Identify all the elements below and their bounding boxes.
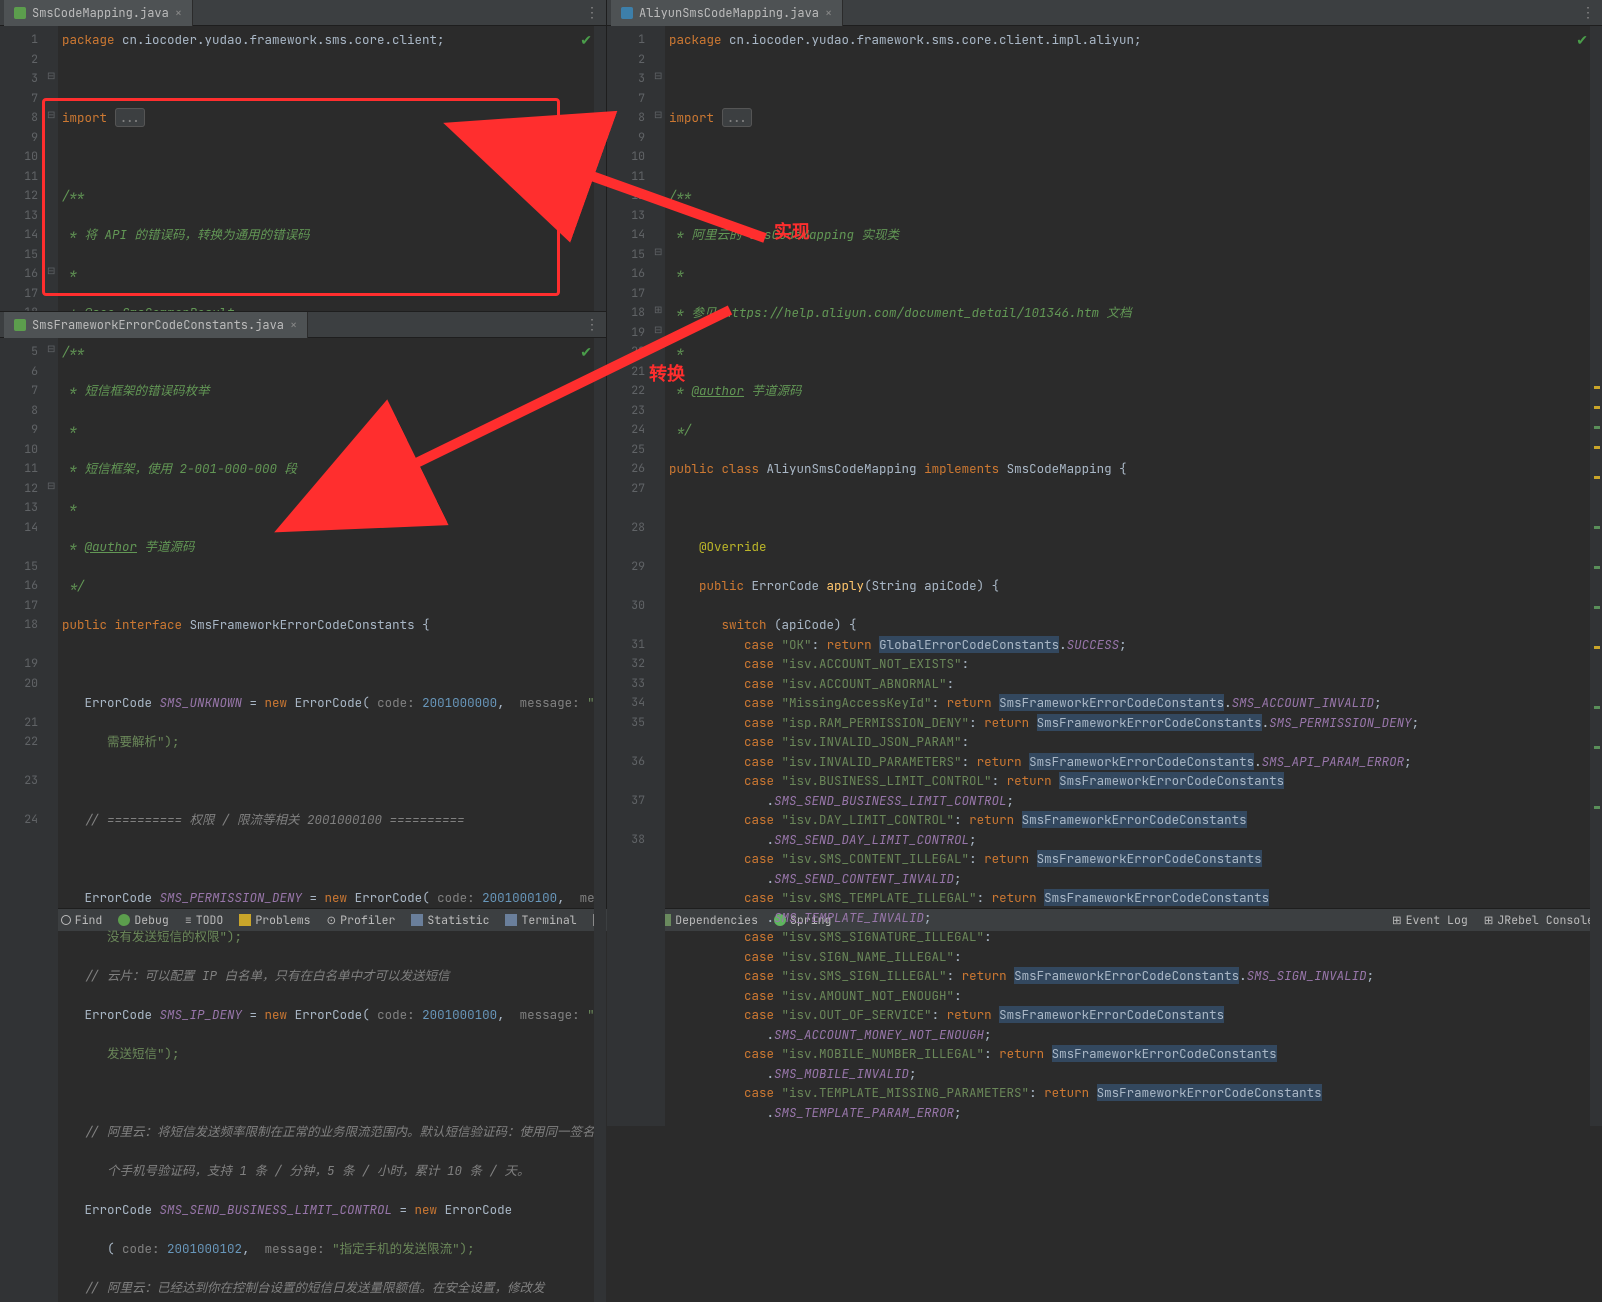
editor-pane-aliyun: AliyunSmsCodeMapping.java × ⋮ 1237891011… (607, 0, 1602, 1126)
fold-column[interactable]: ⊟ ⊟ (46, 338, 58, 1302)
code-editor[interactable]: 123789101112131415161718 ⊟ ⊟ ⊟ package c… (0, 26, 606, 311)
inspection-ok-icon[interactable]: ✔ (580, 32, 592, 50)
code-area[interactable]: /** * 短信框架的错误码枚举 * * 短信框架，使用 2-001-000-0… (58, 338, 594, 1302)
java-class-icon (621, 7, 633, 19)
close-icon[interactable]: × (825, 5, 832, 21)
editor-pane-constants: SmsFrameworkErrorCodeConstants.java × ⋮ … (0, 312, 606, 1302)
fold-column[interactable]: ⊟ ⊟ ⊟ (46, 26, 58, 311)
tab-bar: SmsFrameworkErrorCodeConstants.java × ⋮ (0, 312, 606, 338)
inspection-ok-icon[interactable]: ✔ (1576, 32, 1588, 50)
tab-overflow-icon[interactable]: ⋮ (1581, 4, 1596, 22)
tab-label: SmsFrameworkErrorCodeConstants.java (32, 317, 284, 333)
tab-aliyun[interactable]: AliyunSmsCodeMapping.java × (611, 0, 843, 26)
line-gutter: 56789101112131415161718192021222324 (0, 338, 46, 1302)
code-area[interactable]: package cn.iocoder.yudao.framework.sms.c… (58, 26, 594, 311)
tab-overflow-icon[interactable]: ⋮ (585, 316, 600, 334)
code-editor[interactable]: 56789101112131415161718192021222324 ⊟ ⊟ … (0, 338, 606, 1302)
editor-pane-sms-code-mapping: SmsCodeMapping.java × ⋮ 1237891011121314… (0, 0, 606, 312)
scrollbar[interactable] (594, 338, 606, 1302)
tab-overflow-icon[interactable]: ⋮ (585, 4, 600, 22)
tab-bar: SmsCodeMapping.java × ⋮ (0, 0, 606, 26)
tab-sms-code-mapping[interactable]: SmsCodeMapping.java × (4, 0, 193, 26)
scrollbar[interactable] (1590, 26, 1602, 1126)
tab-label: AliyunSmsCodeMapping.java (639, 5, 819, 21)
code-editor[interactable]: 1237891011121314151617181920212223242526… (607, 26, 1602, 1126)
line-gutter: 123789101112131415161718 (0, 26, 46, 311)
scrollbar[interactable] (594, 26, 606, 311)
java-interface-icon (14, 319, 26, 331)
fold-column[interactable]: ⊟ ⊟ ⊟ ⊞ ⊟ (653, 26, 665, 1126)
close-icon[interactable]: × (175, 5, 182, 21)
tab-bar: AliyunSmsCodeMapping.java × ⋮ (607, 0, 1602, 26)
close-icon[interactable]: × (290, 317, 297, 333)
java-interface-icon (14, 7, 26, 19)
tab-label: SmsCodeMapping.java (32, 5, 169, 21)
inspection-ok-icon[interactable]: ✔ (580, 344, 592, 362)
tab-constants[interactable]: SmsFrameworkErrorCodeConstants.java × (4, 312, 308, 338)
line-gutter: 1237891011121314151617181920212223242526… (607, 26, 653, 1126)
code-area[interactable]: package cn.iocoder.yudao.framework.sms.c… (665, 26, 1590, 1126)
